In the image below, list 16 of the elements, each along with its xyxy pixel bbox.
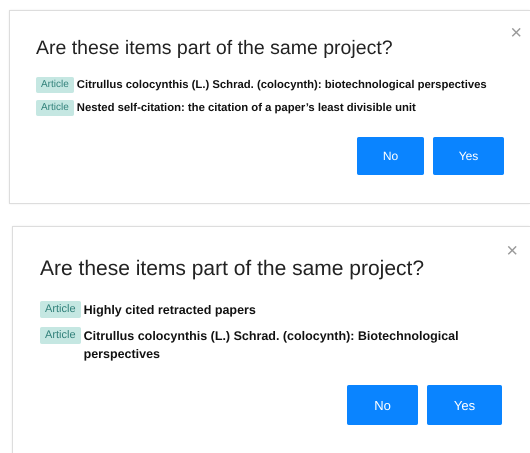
close-button[interactable]: × — [506, 240, 518, 261]
article-tag: Article — [36, 77, 74, 93]
close-button[interactable]: × — [510, 23, 522, 43]
article-tag: Article — [40, 327, 81, 344]
dialog-title: Are these items part of the same project? — [40, 256, 426, 281]
yes-button[interactable]: Yes — [427, 385, 502, 426]
item-title: Citrullus colocynthis (L.) Schrad. (colocynth): biotechnological perspectives — [76, 78, 487, 93]
article-tag: Article — [36, 100, 74, 116]
item-title: Citrullus colocynthis (L.) Schrad. (colocynth): Biotechnological perspectives — [84, 328, 460, 364]
no-button[interactable]: No — [357, 136, 424, 175]
no-button[interactable]: No — [347, 385, 418, 426]
yes-button[interactable]: Yes — [433, 136, 504, 175]
item-title: Highly cited retracted papers — [84, 302, 256, 319]
article-tag: Article — [40, 300, 81, 318]
dialog-title: Are these items part of the same project? — [36, 37, 394, 60]
item-title: Nested self-citation: the citation of a paper’s least divisible unit — [76, 100, 416, 116]
